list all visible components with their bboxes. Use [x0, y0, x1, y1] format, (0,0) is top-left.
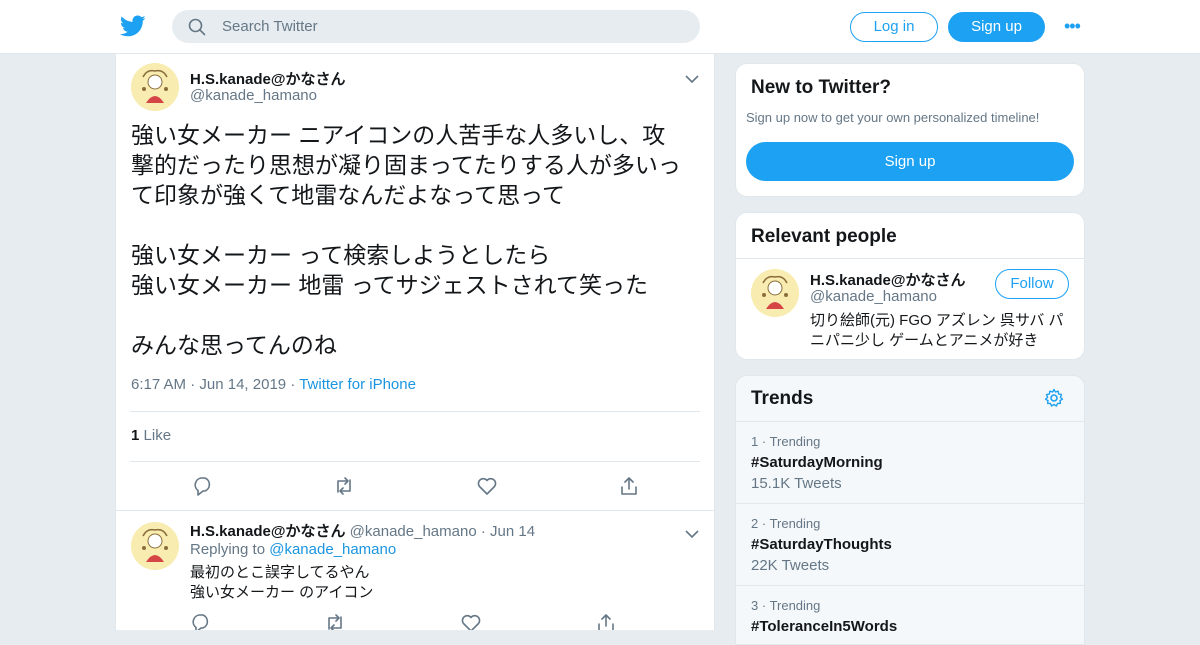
- tweet-text-line: 強い女メーカー 地雷 ってサジェストされて笑った: [131, 272, 648, 298]
- tweet-time[interactable]: 6:17 AM: [131, 376, 186, 393]
- like-stats[interactable]: 1 Like: [131, 427, 171, 444]
- retweet-icon[interactable]: [324, 612, 346, 630]
- search-input[interactable]: [222, 10, 682, 43]
- tweet-text-line: [131, 300, 706, 330]
- divider: [130, 461, 700, 462]
- sidebar-signup-button[interactable]: Sign up: [746, 142, 1074, 181]
- tweet-text-line: [131, 210, 706, 240]
- tweet-text-line: 強い女メーカー ニアイコンの人苦手な人多いし、攻: [131, 122, 666, 148]
- search-box[interactable]: [172, 10, 700, 43]
- bio-line: ニパニ少し ゲームとアニメが好き: [810, 332, 1039, 349]
- tweet-source-link[interactable]: Twitter for iPhone: [299, 376, 416, 393]
- trend-count: 15.1K Tweets: [751, 475, 842, 492]
- tweet-text-line: 強い女メーカー って検索しようとしたら: [131, 242, 551, 268]
- reply-icon[interactable]: [192, 475, 214, 497]
- reply-icon[interactable]: [190, 612, 212, 630]
- reply-text-line: 強い女メーカー のアイコン: [190, 584, 374, 601]
- avatar[interactable]: [131, 63, 179, 111]
- replying-to: Replying to @kanade_hamano: [190, 541, 396, 558]
- like-icon[interactable]: [460, 612, 482, 630]
- trend-count: 22K Tweets: [751, 557, 830, 574]
- trend-item[interactable]: 1 · Trending #SaturdayMorning 15.1K Twee…: [736, 421, 1084, 503]
- like-icon[interactable]: [476, 475, 498, 497]
- tweet-author-handle[interactable]: @kanade_hamano: [190, 87, 317, 104]
- avatar[interactable]: [751, 269, 799, 317]
- tweet-column: H.S.kanade@かなさん @kanade_hamano 強い女メーカー ニ…: [115, 54, 715, 630]
- tweet-text-line: みんな思ってんのね: [131, 332, 337, 358]
- person-name[interactable]: H.S.kanade@かなさん: [810, 269, 966, 290]
- meta-separator: ·: [190, 376, 200, 393]
- tweet-text-line: 撃的だったり思想が凝り固まってたりする人が多いっ: [131, 152, 681, 178]
- card-subtitle: Sign up now to get your own personalized…: [746, 110, 1040, 125]
- like-count: 1: [131, 427, 140, 444]
- card-title: Trends: [751, 388, 814, 409]
- top-navigation-bar: Log in Sign up •••: [0, 0, 1200, 54]
- search-icon: [188, 18, 206, 36]
- trend-meta: 3 · Trending: [751, 598, 821, 613]
- chevron-down-icon[interactable]: [685, 526, 699, 539]
- person-handle[interactable]: @kanade_hamano: [810, 288, 937, 305]
- tweet-text-line: て印象が強くて地雷なんだよなって思って: [131, 182, 566, 208]
- bio-line: 切り絵師(元) FGO アズレン 呉サバ パ: [810, 312, 1064, 329]
- retweet-icon[interactable]: [333, 475, 355, 497]
- trend-meta: 2 · Trending: [751, 516, 821, 531]
- gear-icon[interactable]: [1044, 388, 1064, 408]
- trend-item[interactable]: 3 · Trending #ToleranceIn5Words: [736, 585, 1084, 644]
- tweet-text: 強い女メーカー ニアイコンの人苦手な人多いし、攻 撃的だったり思想が凝り固まって…: [131, 120, 706, 360]
- reply-date[interactable]: Jun 14: [490, 523, 535, 540]
- divider: [736, 258, 1084, 259]
- trends-card: Trends 1 · Trending #SaturdayMorning 15.…: [735, 375, 1085, 645]
- card-title: Relevant people: [751, 226, 897, 247]
- card-title: New to Twitter?: [751, 77, 892, 98]
- follow-button[interactable]: Follow: [995, 269, 1069, 299]
- more-options-icon[interactable]: •••: [1064, 17, 1086, 35]
- person-bio: 切り絵師(元) FGO アズレン 呉サバ パ ニパニ少し ゲームとアニメが好き: [810, 311, 1080, 351]
- reply-avatar[interactable]: [131, 522, 179, 570]
- new-to-twitter-card: New to Twitter? Sign up now to get your …: [735, 63, 1085, 197]
- share-icon[interactable]: [595, 612, 617, 630]
- tweet-author-name[interactable]: H.S.kanade@かなさん: [190, 68, 346, 89]
- share-icon[interactable]: [618, 475, 640, 497]
- signup-button[interactable]: Sign up: [948, 12, 1045, 42]
- chevron-down-icon[interactable]: [685, 71, 699, 84]
- trend-tag[interactable]: #SaturdayThoughts: [751, 536, 892, 553]
- relevant-people-card: Relevant people H.S.kanade@かなさん @kanade_…: [735, 212, 1085, 360]
- reply-author-handle[interactable]: @kanade_hamano: [350, 523, 477, 540]
- trend-meta: 1 · Trending: [751, 434, 821, 449]
- twitter-bird-icon[interactable]: [119, 13, 146, 39]
- reply-author-name[interactable]: H.S.kanade@かなさん: [190, 523, 346, 540]
- tweet-separator: [116, 510, 714, 511]
- meta-separator: ·: [290, 376, 300, 393]
- replying-label: Replying to: [190, 541, 266, 558]
- trend-item[interactable]: 2 · Trending #SaturdayThoughts 22K Tweet…: [736, 503, 1084, 585]
- tweet-metadata: 6:17 AM · Jun 14, 2019 · Twitter for iPh…: [131, 376, 416, 393]
- tweet-date[interactable]: Jun 14, 2019: [199, 376, 286, 393]
- divider: [130, 411, 700, 412]
- like-label: Like: [143, 427, 172, 444]
- meta-separator: ·: [480, 523, 486, 540]
- reply-text-line: 最初のとこ誤字してるやん: [190, 564, 370, 581]
- reply-header: H.S.kanade@かなさん @kanade_hamano · Jun 14: [190, 520, 535, 541]
- replying-to-link[interactable]: @kanade_hamano: [269, 541, 396, 558]
- login-button[interactable]: Log in: [850, 12, 938, 42]
- trend-tag[interactable]: #SaturdayMorning: [751, 454, 883, 471]
- trend-tag[interactable]: #ToleranceIn5Words: [751, 618, 897, 635]
